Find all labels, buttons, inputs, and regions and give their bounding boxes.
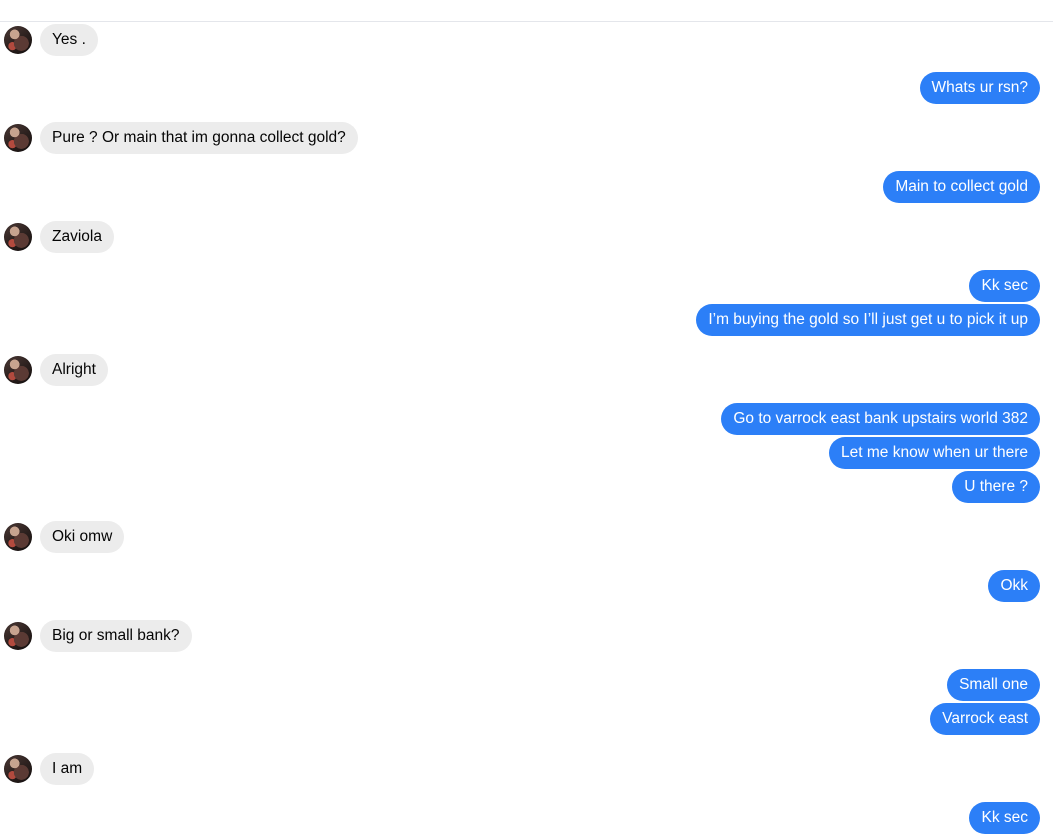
message-row-incoming: Zaviola	[0, 221, 1053, 253]
message-row-incoming: Pure ? Or main that im gonna collect gol…	[0, 122, 1053, 154]
message-bubble-outgoing[interactable]: Okk	[988, 570, 1040, 602]
message-row-outgoing: Let me know when ur there	[0, 437, 1053, 469]
message-bubble-incoming[interactable]: Zaviola	[40, 221, 114, 253]
message-row-incoming: Oki omw	[0, 521, 1053, 553]
message-bubble-outgoing[interactable]: Varrock east	[930, 703, 1040, 735]
message-row-outgoing: Small one	[0, 669, 1053, 701]
message-row-outgoing: Main to collect gold	[0, 171, 1053, 203]
message-row-incoming: Yes .	[0, 24, 1053, 56]
message-bubble-incoming[interactable]: Pure ? Or main that im gonna collect gol…	[40, 122, 358, 154]
message-bubble-outgoing[interactable]: Let me know when ur there	[829, 437, 1040, 469]
contact-avatar[interactable]	[4, 26, 32, 54]
message-thread[interactable]: Yes . Whats ur rsn? Pure ? Or main that …	[0, 0, 1053, 835]
message-bubble-outgoing[interactable]: Small one	[947, 669, 1040, 701]
message-bubble-incoming[interactable]: Yes .	[40, 24, 98, 56]
message-row-incoming: Alright	[0, 354, 1053, 386]
contact-avatar[interactable]	[4, 124, 32, 152]
message-bubble-outgoing[interactable]: U there ?	[952, 471, 1040, 503]
message-bubble-incoming[interactable]: I am	[40, 753, 95, 785]
contact-avatar[interactable]	[4, 356, 32, 384]
message-row-incoming: I am	[0, 753, 1053, 785]
message-row-outgoing: U there ?	[0, 471, 1053, 503]
message-bubble-outgoing[interactable]: Go to varrock east bank upstairs world 3…	[721, 403, 1040, 435]
message-row-outgoing: Whats ur rsn?	[0, 72, 1053, 104]
message-row-outgoing: Kk sec	[0, 270, 1053, 302]
message-row-incoming: Big or small bank?	[0, 620, 1053, 652]
message-bubble-outgoing[interactable]: I’m buying the gold so I’ll just get u t…	[696, 304, 1040, 336]
message-row-outgoing: I’m buying the gold so I’ll just get u t…	[0, 304, 1053, 336]
message-row-outgoing: Kk sec	[0, 802, 1053, 834]
message-bubble-incoming[interactable]: Alright	[40, 354, 108, 386]
message-bubble-outgoing[interactable]: Kk sec	[969, 802, 1040, 834]
message-bubble-outgoing[interactable]: Whats ur rsn?	[919, 72, 1040, 104]
message-bubble-incoming[interactable]: Oki omw	[40, 521, 125, 553]
contact-avatar[interactable]	[4, 523, 32, 551]
message-row-outgoing: Go to varrock east bank upstairs world 3…	[0, 403, 1053, 435]
contact-avatar[interactable]	[4, 755, 32, 783]
message-bubble-incoming[interactable]: Big or small bank?	[40, 620, 192, 652]
contact-avatar[interactable]	[4, 223, 32, 251]
message-row-outgoing: Varrock east	[0, 703, 1053, 735]
message-bubble-outgoing[interactable]: Kk sec	[969, 270, 1040, 302]
message-bubble-outgoing[interactable]: Main to collect gold	[883, 171, 1040, 203]
message-row-outgoing: Okk	[0, 570, 1053, 602]
contact-avatar[interactable]	[4, 622, 32, 650]
